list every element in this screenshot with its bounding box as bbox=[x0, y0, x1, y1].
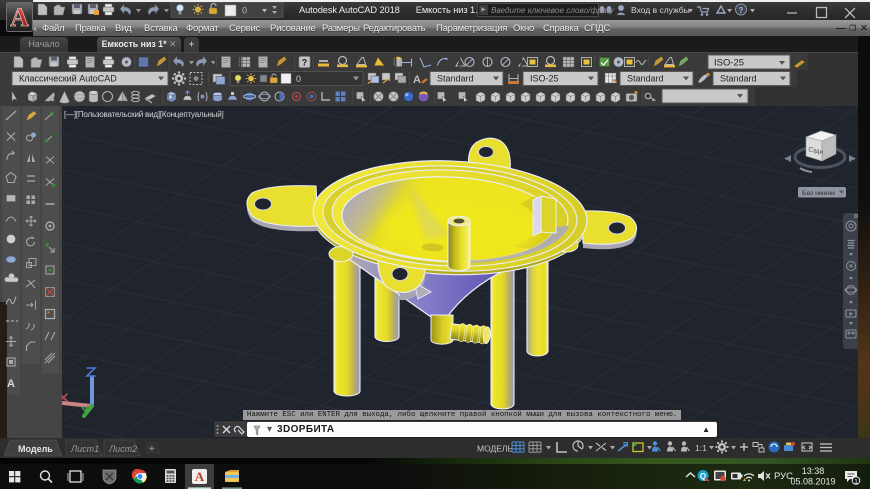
svg-text:МОДЕЛЬ: МОДЕЛЬ bbox=[477, 444, 514, 454]
svg-text:Классический AutoCAD: Классический AutoCAD bbox=[19, 74, 117, 84]
svg-text:Лист2: Лист2 bbox=[108, 444, 137, 454]
svg-text:Standard: Standard bbox=[437, 74, 474, 84]
svg-text:05.08.2019: 05.08.2019 bbox=[790, 477, 835, 487]
svg-text:A: A bbox=[195, 469, 205, 484]
svg-text:Лист1: Лист1 bbox=[70, 444, 99, 454]
svg-text:Standard: Standard bbox=[720, 74, 757, 84]
svg-text:Вход в службы: Вход в службы bbox=[631, 5, 690, 15]
svg-text:?: ? bbox=[739, 6, 744, 15]
svg-text:1:1: 1:1 bbox=[695, 443, 707, 453]
svg-text:13:38: 13:38 bbox=[802, 466, 825, 476]
svg-text:0: 0 bbox=[296, 74, 301, 84]
svg-text:Модель: Модель bbox=[18, 444, 53, 454]
svg-text:Standard: Standard bbox=[627, 74, 664, 84]
svg-text:1: 1 bbox=[854, 478, 858, 485]
svg-text:+: + bbox=[149, 444, 155, 455]
svg-text:?: ? bbox=[302, 58, 308, 68]
svg-text:A: A bbox=[7, 378, 15, 390]
svg-text:ISO-25: ISO-25 bbox=[714, 58, 744, 69]
svg-text:ISO-25: ISO-25 bbox=[530, 74, 559, 84]
svg-text:0: 0 bbox=[242, 6, 247, 16]
svg-text:A: A bbox=[10, 3, 29, 32]
svg-text:A: A bbox=[413, 74, 421, 86]
svg-text:Без имени: Без имени bbox=[802, 190, 835, 197]
